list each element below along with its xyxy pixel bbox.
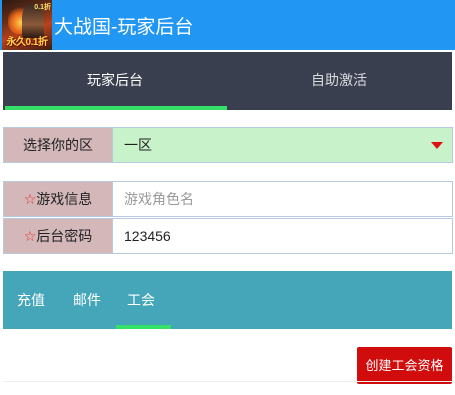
server-select-label-text: 选择你的区 <box>23 137 93 153</box>
page-title: 大战国-玩家后台 <box>54 17 194 38</box>
logo-tag: 0.1折 <box>34 4 51 11</box>
tab-guild[interactable]: 工会 <box>116 271 171 329</box>
function-tabs: 充值 邮件 工会 <box>3 271 452 329</box>
active-subtab-indicator <box>116 325 171 329</box>
role-name-placeholder: 游戏角色名 <box>124 191 194 207</box>
server-select-row: 选择你的区 一区 <box>3 127 453 163</box>
create-guild-button[interactable]: 创建工会资格 <box>357 347 452 384</box>
app-header: 0.1折 永久0.1折 大战国-玩家后台 <box>0 0 455 50</box>
required-star-icon: ☆ <box>23 228 37 244</box>
divider <box>3 381 452 382</box>
subtab-label: 工会 <box>127 292 155 308</box>
server-select-label: 选择你的区 <box>3 127 113 163</box>
password-input[interactable]: 123456 <box>112 218 453 254</box>
password-value: 123456 <box>124 228 171 244</box>
required-star-icon: ☆ <box>23 191 37 207</box>
server-select-value: 一区 <box>124 137 152 153</box>
game-info-label: ☆游戏信息 <box>3 181 113 217</box>
active-tab-indicator <box>5 106 227 110</box>
role-name-input[interactable]: 游戏角色名 <box>112 181 453 217</box>
main-tabs: 玩家后台 自助激活 <box>3 52 452 110</box>
password-label: ☆后台密码 <box>3 218 113 254</box>
tab-recharge[interactable]: 充值 <box>17 271 45 329</box>
tab-mail[interactable]: 邮件 <box>73 271 101 329</box>
subtab-label: 充值 <box>17 292 45 308</box>
tab-label: 自助激活 <box>311 72 367 88</box>
game-logo: 0.1折 永久0.1折 <box>2 0 52 50</box>
logo-banner-text: 永久0.1折 <box>6 37 48 48</box>
game-info-label-text: 游戏信息 <box>36 191 93 207</box>
tab-player-backend[interactable]: 玩家后台 <box>3 52 227 110</box>
password-label-text: 后台密码 <box>36 228 93 244</box>
subtab-label: 邮件 <box>73 292 101 308</box>
server-select[interactable]: 一区 <box>112 127 453 163</box>
password-row: ☆后台密码 123456 <box>3 218 453 254</box>
game-info-row: ☆游戏信息 游戏角色名 <box>3 181 453 217</box>
caret-down-icon <box>431 142 443 149</box>
tab-self-activation[interactable]: 自助激活 <box>227 52 451 110</box>
tab-label: 玩家后台 <box>87 72 143 88</box>
